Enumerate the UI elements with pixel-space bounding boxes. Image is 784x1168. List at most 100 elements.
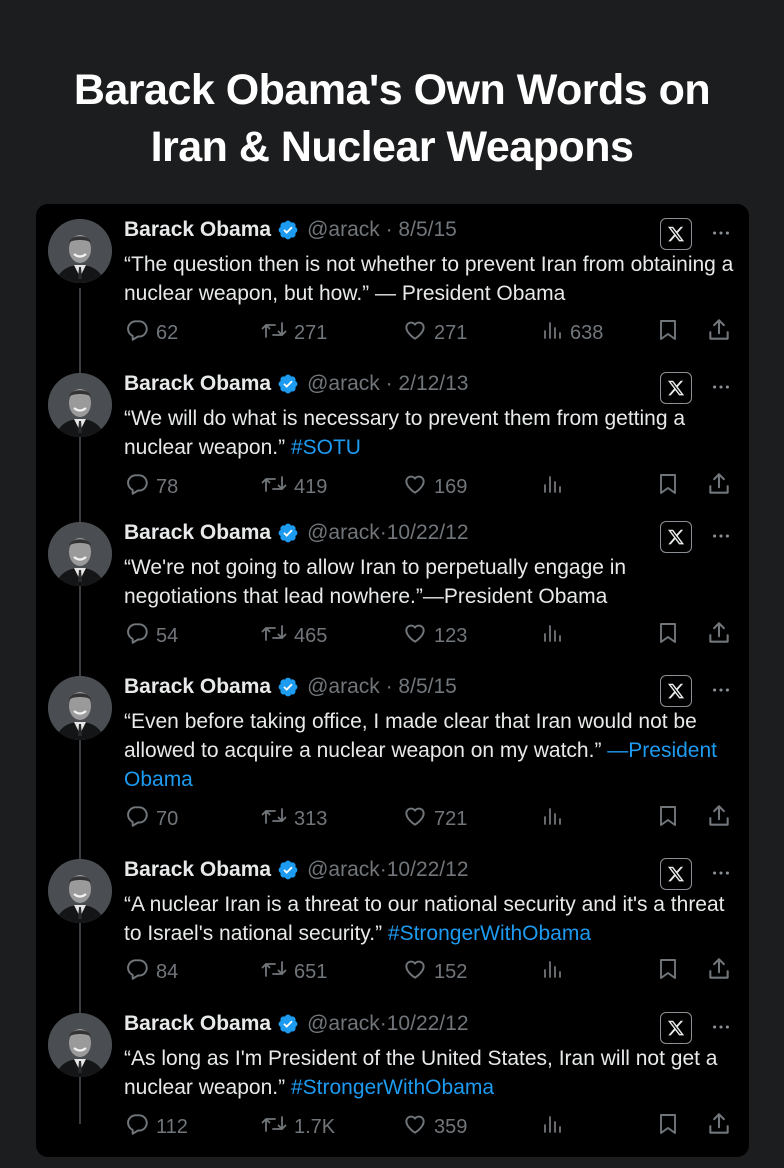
tweet-link[interactable]: #StrongerWithObama bbox=[388, 922, 591, 945]
reply-button[interactable]: 62 bbox=[124, 318, 178, 348]
avatar[interactable] bbox=[48, 373, 112, 437]
author-name[interactable]: Barack Obama bbox=[124, 1012, 271, 1036]
share-button[interactable] bbox=[706, 318, 738, 348]
bookmark-icon bbox=[656, 317, 686, 349]
bookmark-button[interactable] bbox=[656, 1112, 686, 1142]
x-logo-icon[interactable] bbox=[660, 1012, 692, 1044]
reply-icon bbox=[124, 956, 156, 988]
more-icon[interactable] bbox=[706, 858, 736, 888]
x-logo-icon[interactable] bbox=[660, 675, 692, 707]
bookmark-button[interactable] bbox=[656, 318, 686, 348]
views-button[interactable] bbox=[540, 472, 570, 502]
bookmark-button[interactable] bbox=[656, 472, 686, 502]
reply-button[interactable]: 112 bbox=[124, 1112, 188, 1142]
retweet-button[interactable]: 313 bbox=[260, 804, 327, 834]
share-button[interactable] bbox=[706, 472, 738, 502]
tweet-header: Barack Obama @arack · 8/5/15 bbox=[124, 672, 457, 702]
bookmark-button[interactable] bbox=[656, 957, 686, 987]
avatar[interactable] bbox=[48, 522, 112, 586]
tweet-actions: 84 651 152 bbox=[124, 957, 736, 987]
x-logo-icon[interactable] bbox=[660, 521, 692, 553]
avatar[interactable] bbox=[48, 219, 112, 283]
retweet-button[interactable]: 1.7K bbox=[260, 1112, 335, 1142]
like-button[interactable]: 123 bbox=[402, 621, 467, 651]
more-icon[interactable] bbox=[706, 372, 736, 402]
share-icon bbox=[706, 471, 738, 503]
bookmark-icon bbox=[656, 956, 686, 988]
retweet-count: 465 bbox=[294, 624, 328, 647]
share-button[interactable] bbox=[706, 957, 738, 987]
author-handle-date[interactable]: @arack · 8/5/15 bbox=[307, 675, 457, 699]
share-button[interactable] bbox=[706, 1112, 738, 1142]
author-handle-date[interactable]: @arack · 2/12/13 bbox=[307, 372, 468, 396]
author-name[interactable]: Barack Obama bbox=[124, 521, 271, 545]
reply-count: 70 bbox=[156, 807, 179, 830]
verified-badge-icon bbox=[277, 1013, 299, 1035]
views-button[interactable] bbox=[540, 1112, 570, 1142]
like-button[interactable]: 721 bbox=[402, 804, 467, 834]
bookmark-button[interactable] bbox=[656, 804, 686, 834]
like-icon bbox=[402, 471, 434, 503]
like-icon bbox=[402, 956, 434, 988]
like-button[interactable]: 359 bbox=[402, 1112, 467, 1142]
retweet-button[interactable]: 651 bbox=[260, 957, 327, 987]
author-name[interactable]: Barack Obama bbox=[124, 858, 271, 882]
more-icon[interactable] bbox=[706, 521, 736, 551]
author-handle-date[interactable]: @arack · 8/5/15 bbox=[307, 218, 457, 242]
tweet-thread-panel: Barack Obama @arack · 8/5/15 “The question… bbox=[36, 204, 749, 1157]
reply-button[interactable]: 70 bbox=[124, 804, 178, 834]
tweet-text: “We will do what is necessary to prevent… bbox=[124, 404, 734, 462]
like-button[interactable]: 271 bbox=[402, 318, 467, 348]
tweet-link[interactable]: #SOTU bbox=[291, 436, 361, 459]
author-name[interactable]: Barack Obama bbox=[124, 218, 271, 242]
like-button[interactable]: 152 bbox=[402, 957, 467, 987]
views-button[interactable]: 638 bbox=[540, 318, 603, 348]
retweet-button[interactable]: 419 bbox=[260, 472, 327, 502]
more-icon[interactable] bbox=[706, 1012, 736, 1042]
retweet-button[interactable]: 271 bbox=[260, 318, 327, 348]
more-icon[interactable] bbox=[706, 218, 736, 248]
avatar[interactable] bbox=[48, 676, 112, 740]
bookmark-button[interactable] bbox=[656, 621, 686, 651]
reply-button[interactable]: 54 bbox=[124, 621, 178, 651]
retweet-icon bbox=[260, 956, 294, 988]
like-icon bbox=[402, 803, 434, 835]
retweet-count: 419 bbox=[294, 475, 328, 498]
author-handle-date[interactable]: @arack·10/22/12 bbox=[307, 858, 468, 882]
reply-count: 54 bbox=[156, 624, 179, 647]
tweet-actions: 54 465 123 bbox=[124, 621, 736, 651]
share-button[interactable] bbox=[706, 804, 738, 834]
views-button[interactable] bbox=[540, 957, 570, 987]
reply-button[interactable]: 84 bbox=[124, 957, 178, 987]
retweet-count: 271 bbox=[294, 321, 328, 344]
retweet-icon bbox=[260, 803, 294, 835]
tweet-header: Barack Obama @arack · 8/5/15 bbox=[124, 215, 457, 245]
tweet-link[interactable]: #StrongerWithObama bbox=[291, 1076, 494, 1099]
bookmark-icon bbox=[656, 803, 686, 835]
more-icon[interactable] bbox=[706, 675, 736, 705]
views-button[interactable] bbox=[540, 804, 570, 834]
avatar[interactable] bbox=[48, 1013, 112, 1077]
tweet-text: “Even before taking office, I made clear… bbox=[124, 707, 734, 794]
share-button[interactable] bbox=[706, 621, 738, 651]
bookmark-icon bbox=[656, 1111, 686, 1143]
author-handle-date[interactable]: @arack·10/22/12 bbox=[307, 1012, 468, 1036]
retweet-button[interactable]: 465 bbox=[260, 621, 327, 651]
reply-button[interactable]: 78 bbox=[124, 472, 178, 502]
author-name[interactable]: Barack Obama bbox=[124, 372, 271, 396]
views-button[interactable] bbox=[540, 621, 570, 651]
bookmark-icon bbox=[656, 471, 686, 503]
tweet-text: “The question then is not whether to pre… bbox=[124, 250, 734, 308]
author-name[interactable]: Barack Obama bbox=[124, 675, 271, 699]
x-logo-icon[interactable] bbox=[660, 218, 692, 250]
like-button[interactable]: 169 bbox=[402, 472, 467, 502]
x-logo-icon[interactable] bbox=[660, 858, 692, 890]
retweet-icon bbox=[260, 471, 294, 503]
retweet-count: 651 bbox=[294, 960, 328, 983]
x-logo-icon[interactable] bbox=[660, 372, 692, 404]
author-handle-date[interactable]: @arack·10/22/12 bbox=[307, 521, 468, 545]
avatar[interactable] bbox=[48, 859, 112, 923]
share-icon bbox=[706, 803, 738, 835]
bookmark-icon bbox=[656, 620, 686, 652]
retweet-icon bbox=[260, 317, 294, 349]
